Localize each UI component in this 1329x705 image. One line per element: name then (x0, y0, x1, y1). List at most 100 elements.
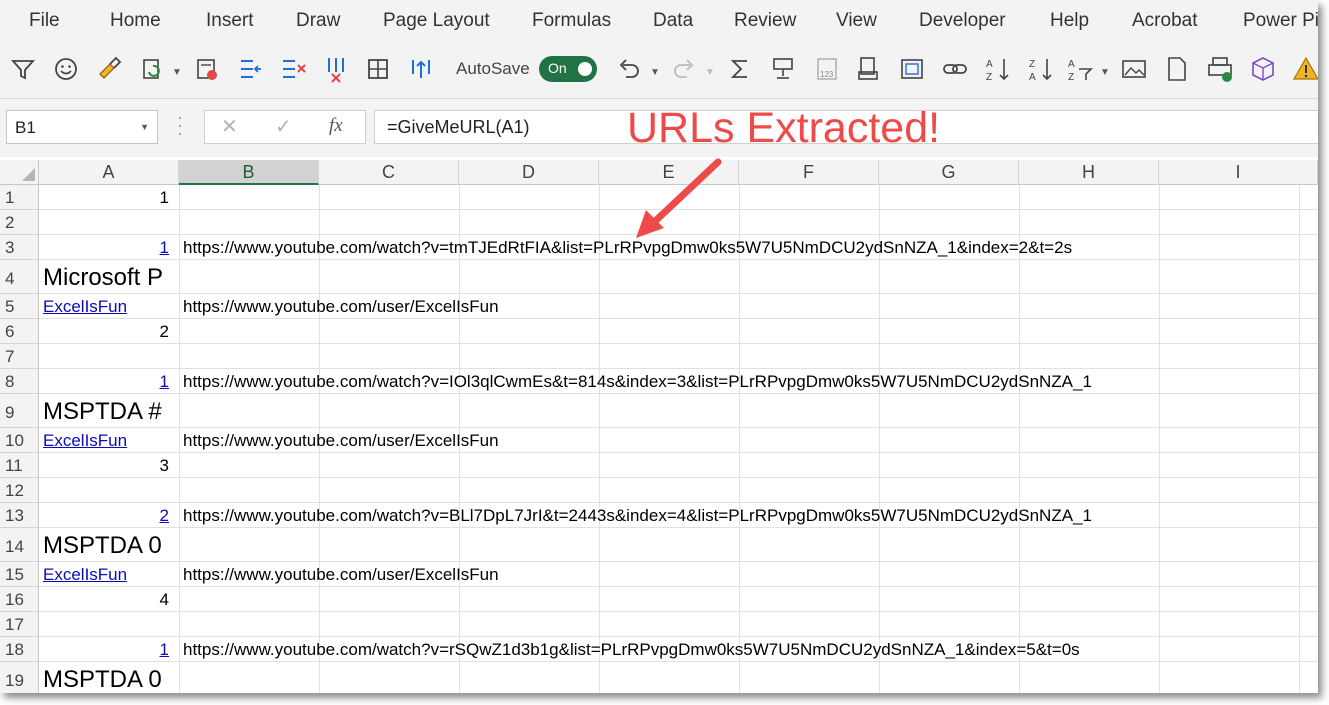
cell-a15[interactable]: ExcelIsFun (43, 565, 127, 585)
cell-a13[interactable]: 2 (43, 506, 169, 526)
tab-power-pivot[interactable]: Power Pi (1243, 10, 1318, 32)
row-header-1[interactable]: 1 (0, 185, 39, 210)
name-box[interactable]: B1 ▼ (6, 110, 158, 144)
cell-b3[interactable]: https://www.youtube.com/watch?v=tmTJEdRt… (183, 238, 1072, 258)
clear-formats-icon[interactable] (190, 52, 224, 86)
image-icon[interactable] (1117, 52, 1151, 86)
chevron-down-icon[interactable]: ▼ (172, 67, 182, 78)
row-header-17[interactable]: 17 (0, 612, 39, 637)
autosave-toggle[interactable]: On (539, 56, 597, 82)
redo-icon[interactable] (667, 52, 701, 86)
redo-dropdown-icon[interactable]: ▼ (705, 67, 715, 78)
cell-b8[interactable]: https://www.youtube.com/watch?v=IOl3qlCw… (183, 372, 1092, 392)
print-preview-icon[interactable] (852, 52, 886, 86)
cell-a18[interactable]: 1 (43, 640, 169, 660)
cancel-icon[interactable]: ✕ (221, 114, 238, 139)
row-header-2[interactable]: 2 (0, 210, 39, 235)
column-header-b[interactable]: B (179, 160, 319, 185)
undo-dropdown-icon[interactable]: ▼ (650, 67, 660, 78)
smiley-icon[interactable] (49, 52, 83, 86)
row-header-9[interactable]: 9 (0, 394, 39, 428)
row-header-6[interactable]: 6 (0, 319, 39, 344)
sort-za-icon[interactable]: ZA (1023, 52, 1057, 86)
row-header-3[interactable]: 3 (0, 235, 39, 260)
row-header-12[interactable]: 12 (0, 478, 39, 503)
row-header-11[interactable]: 11 (0, 453, 39, 478)
row-header-10[interactable]: 10 (0, 428, 39, 453)
page-setup-icon[interactable] (895, 52, 929, 86)
print-icon[interactable] (1203, 52, 1237, 86)
column-header-i[interactable]: I (1159, 160, 1318, 185)
format-painter-icon[interactable] (92, 52, 126, 86)
column-header-f[interactable]: F (739, 160, 879, 185)
cell-a14[interactable]: MSPTDA 0 (43, 532, 179, 560)
sort-dropdown-icon[interactable]: ▼ (1100, 67, 1110, 78)
cube-icon[interactable] (1246, 52, 1280, 86)
tab-file[interactable]: File (29, 10, 60, 32)
cell-a19[interactable]: MSPTDA 0 (43, 666, 179, 693)
column-header-h[interactable]: H (1019, 160, 1159, 185)
autosum-icon[interactable] (723, 52, 757, 86)
row-header-5[interactable]: 5 (0, 294, 39, 319)
cell-a5[interactable]: ExcelIsFun (43, 297, 127, 317)
tab-formulas[interactable]: Formulas (532, 10, 611, 32)
column-header-g[interactable]: G (879, 160, 1019, 185)
freeze-panes-icon[interactable] (319, 52, 353, 86)
row-header-15[interactable]: 15 (0, 562, 39, 587)
column-header-d[interactable]: D (459, 160, 599, 185)
enter-icon[interactable]: ✓ (275, 114, 292, 139)
row-header-18[interactable]: 18 (0, 637, 39, 662)
tab-acrobat[interactable]: Acrobat (1132, 10, 1197, 32)
undo-icon[interactable] (612, 52, 646, 86)
cell-b5[interactable]: https://www.youtube.com/user/ExcelIsFun (183, 297, 499, 317)
row-header-19[interactable]: 19 (0, 662, 39, 693)
row-header-4[interactable]: 4 (0, 260, 39, 294)
cell-b10[interactable]: https://www.youtube.com/user/ExcelIsFun (183, 431, 499, 451)
link-icon[interactable] (938, 52, 972, 86)
column-header-c[interactable]: C (319, 160, 459, 185)
row-header-7[interactable]: 7 (0, 344, 39, 369)
sort-az-icon[interactable]: AZ (980, 52, 1014, 86)
chevron-down-icon[interactable]: ▼ (140, 122, 149, 132)
row-header-14[interactable]: 14 (0, 528, 39, 562)
paste-values-icon[interactable] (135, 52, 169, 86)
cell-b18[interactable]: https://www.youtube.com/watch?v=rSQwZ1d3… (183, 640, 1080, 660)
tab-review[interactable]: Review (734, 10, 796, 32)
filter-icon[interactable] (6, 52, 40, 86)
cell-a11[interactable]: 3 (43, 456, 169, 476)
tab-data[interactable]: Data (653, 10, 693, 32)
worksheet-grid[interactable]: A B C D E F G H I 1 2 3 4 5 6 7 8 9 10 1… (0, 160, 1318, 693)
column-header-e[interactable]: E (599, 160, 739, 185)
tab-developer[interactable]: Developer (919, 10, 1006, 32)
tab-home[interactable]: Home (110, 10, 161, 32)
column-header-a[interactable]: A (39, 160, 179, 185)
sort-custom-icon[interactable]: AZ (1063, 52, 1097, 86)
sort-arrows-icon[interactable] (404, 52, 438, 86)
cell-a8[interactable]: 1 (43, 372, 169, 392)
row-header-8[interactable]: 8 (0, 369, 39, 394)
borders-icon[interactable] (361, 52, 395, 86)
cell-b13[interactable]: https://www.youtube.com/watch?v=BLl7DpL7… (183, 506, 1092, 526)
row-header-16[interactable]: 16 (0, 587, 39, 612)
select-all-button[interactable] (0, 160, 39, 185)
tab-insert[interactable]: Insert (206, 10, 254, 32)
tab-help[interactable]: Help (1050, 10, 1089, 32)
cell-a16[interactable]: 4 (43, 590, 169, 610)
cell-a1[interactable]: 1 (43, 188, 169, 208)
tab-view[interactable]: View (836, 10, 877, 32)
insert-function-icon[interactable]: fx (329, 115, 343, 137)
cell-a6[interactable]: 2 (43, 322, 169, 342)
trophy-icon[interactable] (766, 52, 800, 86)
row-header-13[interactable]: 13 (0, 503, 39, 528)
cell-a4[interactable]: Microsoft P (43, 264, 179, 292)
cell-a10[interactable]: ExcelIsFun (43, 431, 127, 451)
resize-handle[interactable]: · · · (177, 108, 183, 142)
tab-page-layout[interactable]: Page Layout (383, 10, 490, 32)
warning-icon[interactable] (1289, 52, 1318, 86)
cell-a3[interactable]: 1 (43, 238, 169, 258)
cell-b15[interactable]: https://www.youtube.com/user/ExcelIsFun (183, 565, 499, 585)
new-document-icon[interactable] (1160, 52, 1194, 86)
delete-columns-icon[interactable] (276, 52, 310, 86)
number-format-icon[interactable]: 123 (810, 52, 844, 86)
cell-a9[interactable]: MSPTDA # (43, 398, 179, 426)
